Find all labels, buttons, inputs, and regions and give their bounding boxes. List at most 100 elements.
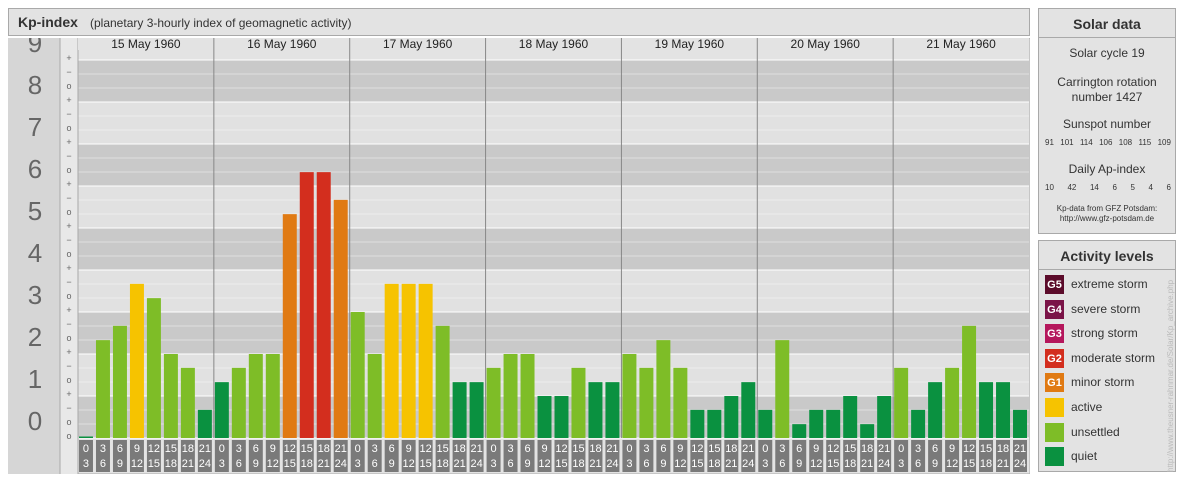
hour-start-label: 9 [949, 443, 955, 455]
kp-bar [809, 409, 824, 438]
sunspot-value-1: 101 [1060, 138, 1074, 147]
y-tick-label: 3 [28, 280, 42, 310]
kp-bar [996, 382, 1011, 438]
hour-end-label: 18 [436, 458, 448, 470]
hour-end-label: 24 [199, 458, 211, 470]
hour-end-label: 21 [725, 458, 737, 470]
kp-bar-chart: 0123456789 +−o+−o+−o+−o+−o+−o+−o+−o+−oo15… [8, 38, 1030, 474]
legend-label: active [1071, 400, 1103, 414]
kp-bar [95, 340, 110, 438]
hour-end-label: 15 [284, 458, 296, 470]
minor-tick-label: o [66, 291, 71, 301]
kp-bar [350, 312, 365, 438]
hour-start-label: 3 [643, 443, 649, 455]
legend-swatch: G4 [1045, 299, 1064, 319]
sunspot-value-5: 115 [1138, 138, 1152, 147]
hour-start-label: 21 [878, 443, 890, 455]
hour-start-label: 9 [677, 443, 683, 455]
hour-start-label: 12 [691, 443, 703, 455]
kp-bar [367, 354, 382, 438]
hour-start-label: 6 [796, 443, 802, 455]
chart-title-bar: Kp-index (planetary 3-hourly index of ge… [8, 8, 1030, 36]
carrington-line-2: number 1427 [1071, 90, 1143, 104]
solar-cycle: Solar cycle 19 [1069, 46, 1145, 60]
kp-bar [792, 424, 807, 438]
y-tick-label: 5 [28, 196, 42, 226]
legend-item-extreme-storm: G5 extreme storm [1045, 275, 1173, 295]
minor-tick-label: − [66, 109, 71, 119]
y-tick-label: 8 [28, 70, 42, 100]
source-line-2: http://www.gfz-potsdam.de [1059, 214, 1155, 223]
hour-start-label: 3 [507, 443, 513, 455]
hour-end-label: 12 [810, 458, 822, 470]
legend-label: moderate storm [1071, 350, 1156, 365]
kp-bar [231, 367, 246, 438]
hour-end-label: 15 [963, 458, 975, 470]
hour-start-label: 6 [932, 443, 938, 455]
kp-bar [503, 354, 518, 438]
kp-bar [316, 172, 331, 438]
y-tick-label: 6 [28, 154, 42, 184]
minor-tick-label: o [66, 333, 71, 343]
ap-value-5: 4 [1148, 183, 1153, 192]
legend-item-minor-storm: G1 minor storm [1045, 373, 1173, 393]
hour-end-label: 24 [1014, 458, 1026, 470]
hour-start-label: 15 [980, 443, 992, 455]
hour-end-label: 12 [267, 458, 279, 470]
hour-end-label: 24 [335, 458, 347, 470]
sunspot-value-3: 106 [1099, 138, 1113, 147]
ap-value-4: 5 [1130, 183, 1135, 192]
legend-item-severe-storm: G4 severe storm [1045, 299, 1173, 320]
hour-start-label: 15 [572, 443, 584, 455]
minor-tick-label: + [66, 221, 71, 231]
hour-end-label: 18 [844, 458, 856, 470]
ap-value-6: 6 [1166, 183, 1171, 192]
day-label: 15 May 1960 [111, 38, 181, 51]
hour-end-label: 3 [898, 458, 904, 470]
minor-tick-label: + [66, 305, 71, 315]
kp-bar [741, 382, 756, 438]
hour-end-label: 6 [643, 458, 649, 470]
hour-start-label: 9 [541, 443, 547, 455]
kp-bar [843, 396, 858, 438]
hour-start-label: 9 [406, 443, 412, 455]
hour-start-label: 18 [861, 443, 873, 455]
hour-end-label: 21 [861, 458, 873, 470]
minor-tick-label: + [66, 179, 71, 189]
hour-end-label: 12 [131, 458, 143, 470]
minor-tick-label: − [66, 361, 71, 371]
hour-end-label: 9 [660, 458, 666, 470]
hour-start-label: 12 [963, 443, 975, 455]
kp-bar [962, 325, 977, 438]
legend-label: quiet [1071, 449, 1098, 464]
minor-tick-label: + [66, 389, 71, 399]
kp-bar [673, 367, 688, 438]
day-label: 20 May 1960 [791, 38, 861, 51]
hour-start-label: 18 [997, 443, 1009, 455]
kp-bar [656, 340, 671, 438]
minor-tick-label: o [66, 249, 71, 259]
kp-bar [877, 396, 892, 438]
y-tick-label: 0 [28, 406, 42, 436]
legend-label: severe storm [1071, 301, 1141, 316]
hour-start-label: 18 [453, 443, 465, 455]
minor-tick-label: o [66, 207, 71, 217]
hour-start-label: 0 [491, 443, 497, 455]
hour-start-label: 15 [165, 443, 177, 455]
hour-end-label: 21 [318, 458, 330, 470]
hour-end-label: 24 [878, 458, 890, 470]
kp-bar [333, 199, 348, 438]
ap-values: 10 42 14 6 5 4 6 [1045, 183, 1171, 192]
hour-end-label: 21 [182, 458, 194, 470]
kp-bar [571, 367, 586, 438]
hour-end-label: 12 [403, 458, 415, 470]
ap-value-2: 14 [1089, 183, 1099, 192]
minor-tick-label: + [66, 137, 71, 147]
kp-bar [537, 396, 552, 438]
legend-swatch: G5 [1045, 275, 1064, 294]
hour-start-label: 18 [182, 443, 194, 455]
hour-start-label: 3 [236, 443, 242, 455]
hour-start-label: 18 [318, 443, 330, 455]
sunspot-value-2: 114 [1079, 138, 1093, 147]
day-label: 16 May 1960 [247, 38, 317, 51]
